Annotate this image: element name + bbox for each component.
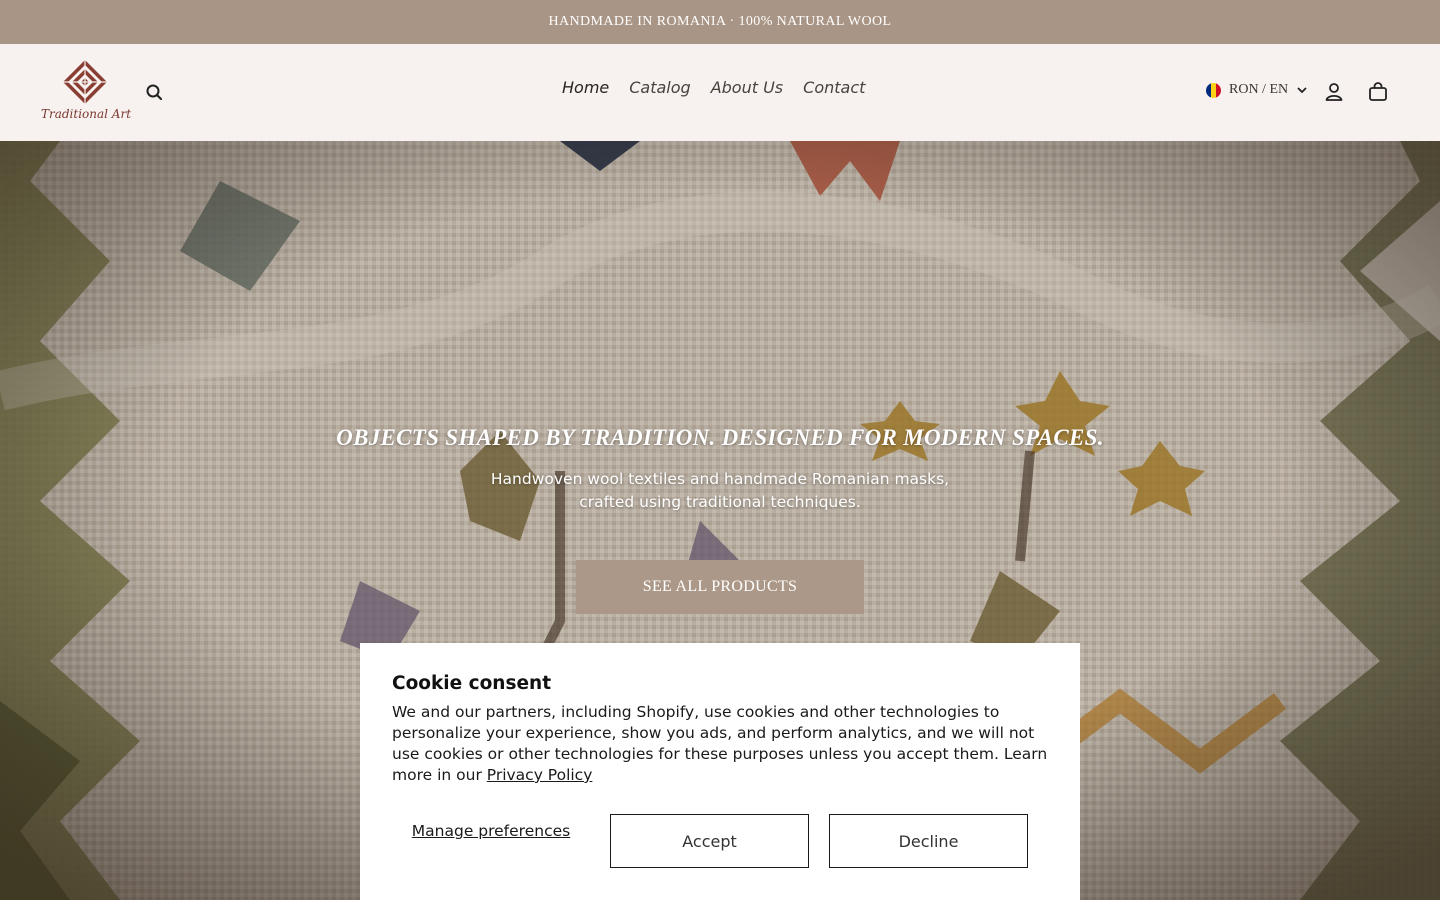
hero-subtitle-line-2: crafted using traditional techniques. (579, 493, 861, 511)
cookie-body: We and our partners, including Shopify, … (392, 702, 1048, 786)
cart-button[interactable] (1366, 80, 1390, 104)
logo-text: Traditional Art (40, 107, 132, 121)
hero-title: OBJECTS SHAPED BY TRADITION. DESIGNED FO… (336, 425, 1104, 450)
locale-label: RON / EN (1229, 82, 1289, 97)
cookie-consent-dialog: Cookie consent We and our partners, incl… (360, 643, 1080, 900)
shopping-bag-icon (1369, 82, 1387, 101)
hero-subtitle-line-1: Handwoven wool textiles and handmade Rom… (490, 470, 950, 488)
nav-about-us[interactable]: About Us (711, 78, 783, 97)
chevron-down-icon (1297, 87, 1307, 94)
announcement-text: HANDMADE IN ROMANIA · 100% NATURAL WOOL (548, 14, 892, 29)
site-header: Traditional Art Home Catalog About Us Co… (0, 44, 1440, 141)
announcement-bar: HANDMADE IN ROMANIA · 100% NATURAL WOOL (0, 0, 1440, 44)
search-button[interactable] (142, 81, 166, 103)
locale-selector[interactable]: RON / EN (1206, 82, 1308, 98)
nav-home[interactable]: Home (562, 78, 609, 97)
decline-button[interactable]: Decline (829, 814, 1028, 868)
search-icon (146, 84, 163, 101)
accept-button[interactable]: Accept (610, 814, 809, 868)
account-button[interactable] (1322, 80, 1346, 104)
nav-catalog[interactable]: Catalog (629, 78, 690, 97)
romania-flag-icon (1206, 82, 1221, 98)
hero-subtitle: Handwoven wool textiles and handmade Rom… (470, 468, 970, 514)
see-all-products-button[interactable]: SEE ALL PRODUCTS (576, 560, 864, 614)
cookie-actions: Manage preferences Accept Decline (392, 814, 1048, 868)
privacy-policy-link[interactable]: Privacy Policy (487, 766, 593, 784)
nav-contact[interactable]: Contact (803, 78, 865, 97)
main-nav: Home Catalog About Us Contact (562, 78, 865, 97)
manage-preferences-link[interactable]: Manage preferences (392, 822, 590, 841)
user-icon (1325, 83, 1343, 101)
cookie-title: Cookie consent (392, 673, 552, 694)
